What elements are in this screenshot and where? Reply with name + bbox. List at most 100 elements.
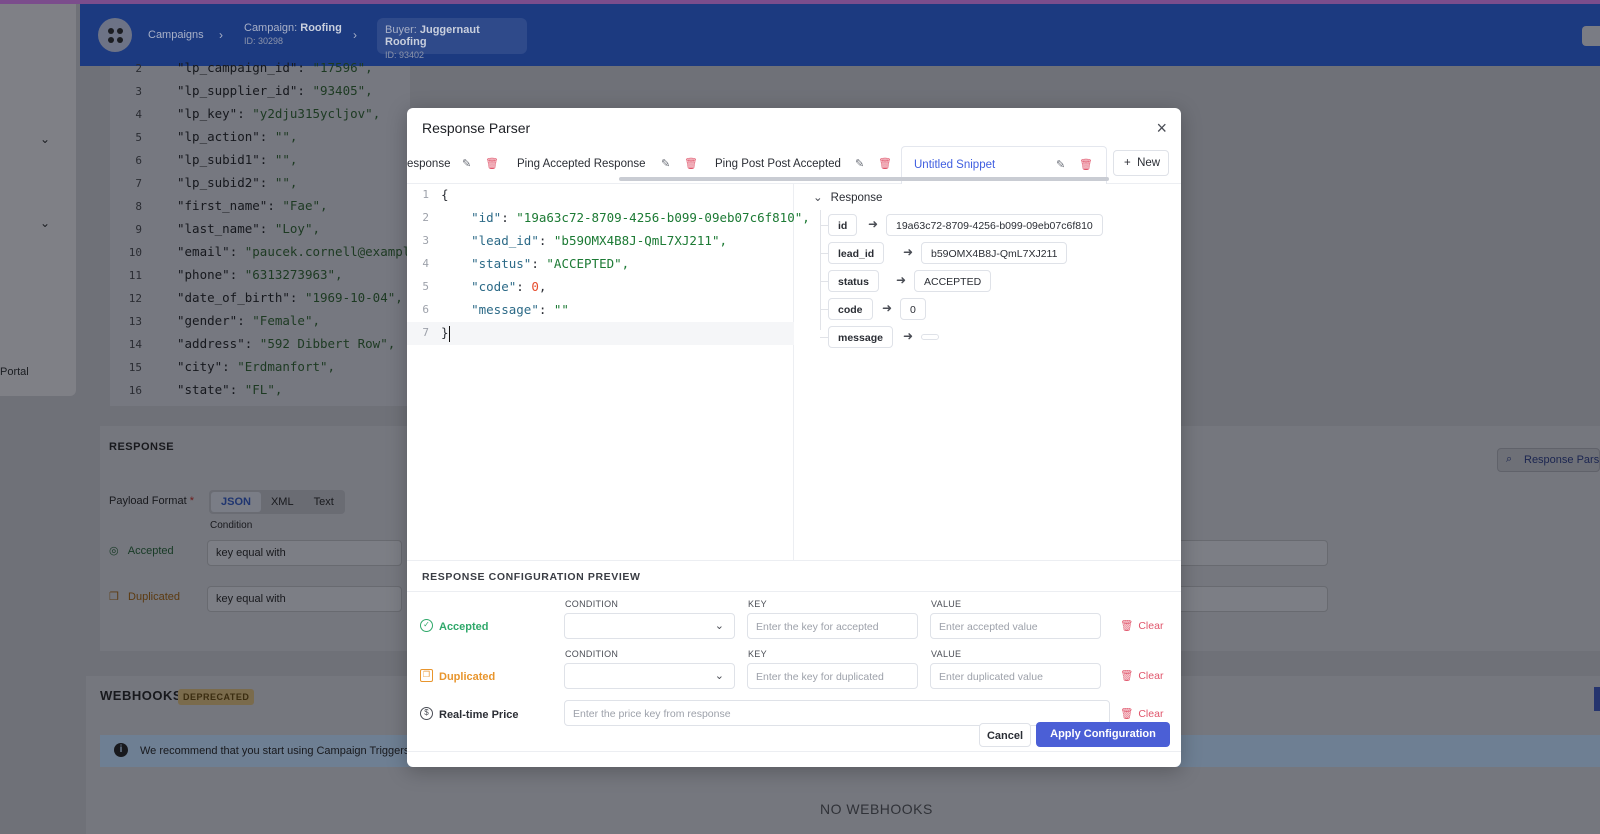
editor-line[interactable]: 6 "message": "" (407, 299, 794, 322)
duplicated-value-input[interactable] (1158, 586, 1328, 612)
response-code-editor[interactable]: 1{2 "id": "19a63c72-8709-4256-b099-09eb0… (407, 184, 810, 560)
trash-icon: 🗑 (1120, 620, 1134, 632)
line-number: 9 (135, 223, 142, 236)
duplicated-value-input[interactable]: Enter duplicated value (930, 663, 1101, 689)
format-json-option[interactable]: JSON (211, 492, 261, 512)
close-icon[interactable]: × (1156, 118, 1167, 139)
accepted-value-input[interactable] (1158, 540, 1328, 566)
tree-key: code (828, 298, 873, 320)
chevron-down-icon[interactable]: ⌄ (813, 190, 823, 204)
clear-duplicated-button[interactable]: 🗑 Clear (1120, 669, 1163, 682)
colon: : (222, 359, 238, 374)
editor-line[interactable]: 7} (407, 322, 794, 345)
sidebar-item-portal[interactable]: Portal (0, 366, 29, 378)
json-string: "19a63c72-8709-4256-b099-09eb07c6f810", (516, 210, 810, 225)
json-key: "id" (471, 210, 502, 225)
tree-root-node[interactable]: ⌄ Response (813, 190, 882, 204)
format-xml-option[interactable]: XML (261, 492, 304, 512)
clear-accepted-button[interactable]: 🗑 Clear (1120, 619, 1163, 632)
line-code: "code": 0, (441, 279, 546, 294)
editor-line[interactable]: 1{ (407, 184, 794, 207)
accepted-key-input[interactable]: Enter the key for accepted (747, 613, 918, 639)
colon: : (229, 244, 245, 259)
line-number: 2 (422, 211, 429, 224)
accepted-value-input[interactable]: Enter accepted value (930, 613, 1101, 639)
colon: : (267, 198, 283, 213)
line-number: 7 (422, 326, 429, 339)
chevron-down-icon[interactable]: ⌄ (40, 132, 50, 146)
breadcrumb-campaign[interactable]: Campaign: Roofing ID: 30298 (244, 22, 342, 46)
line-number: 1 (422, 188, 429, 201)
breadcrumb-buyer[interactable]: Buyer: Juggernaut Roofing ID: 93402 (377, 18, 527, 60)
line-number: 4 (135, 108, 142, 121)
search-settings-icon: ⌕ (1506, 453, 1513, 465)
chevron-down-icon[interactable]: ⌄ (40, 216, 50, 230)
accepted-condition-select[interactable]: ⌄ (564, 613, 735, 639)
breadcrumb-campaigns[interactable]: Campaigns (148, 29, 204, 41)
new-snippet-button[interactable]: + New (1113, 150, 1169, 176)
apply-configuration-button[interactable]: Apply Configuration (1036, 722, 1170, 747)
trash-icon[interactable]: 🗑 (485, 157, 499, 170)
json-key: "email" (177, 244, 230, 259)
clear-price-button[interactable]: 🗑 Clear (1120, 707, 1163, 720)
tree-key: lead_id (828, 242, 885, 264)
trash-icon[interactable]: 🗑 (684, 157, 698, 170)
tree-connector (820, 309, 828, 310)
colon: : (229, 382, 245, 397)
duplicated-key-input[interactable]: Enter the key for duplicated (747, 663, 918, 689)
config-preview-title: RESPONSE CONFIGURATION PREVIEW (422, 571, 641, 583)
pencil-icon[interactable]: ✎ (462, 157, 471, 170)
key-column-label: KEY (748, 649, 767, 659)
code-line: 6 "lp_subid1": "", (110, 152, 297, 175)
json-value: "", (274, 152, 298, 167)
json-key: "lp_supplier_id" (177, 83, 298, 98)
duplicated-condition-select[interactable]: key equal with (207, 586, 402, 612)
arrow-right-icon: ➜ (903, 329, 914, 343)
chevron-right-icon: › (353, 28, 357, 42)
line-number: 6 (135, 154, 142, 167)
colon: : (297, 60, 313, 75)
json-key: "lp_key" (177, 106, 238, 121)
editor-line[interactable]: 5 "code": 0, (407, 276, 794, 299)
duplicated-condition-select[interactable]: ⌄ (564, 663, 735, 689)
colon: : (259, 175, 275, 190)
editor-line[interactable]: 3 "lead_id": "b59OMX4B8J-QmL7XJ211", (407, 230, 794, 253)
json-key: "lp_action" (177, 129, 260, 144)
pencil-icon[interactable]: ✎ (1056, 158, 1065, 171)
apps-grid-icon (107, 27, 123, 43)
trash-icon[interactable]: 🗑 (1079, 158, 1093, 171)
add-webhook-button[interactable] (1594, 687, 1600, 711)
line-code: "status": "ACCEPTED", (441, 256, 629, 271)
colon: : (237, 313, 253, 328)
tab-response-snippet[interactable]: esponse ✎ 🗑 (407, 146, 499, 182)
price-key-input[interactable]: Enter the price key from response (564, 700, 1110, 726)
line-number: 13 (128, 315, 142, 328)
tabs-scrollbar[interactable] (619, 177, 1109, 181)
trash-icon[interactable]: 🗑 (878, 157, 892, 170)
request-code-editor: 2 "lp_campaign_id": "17596", 3 "lp_supplier… (110, 60, 418, 406)
cancel-button[interactable]: Cancel (979, 723, 1031, 747)
tree-connector (820, 281, 828, 282)
apps-grid-button[interactable] (98, 18, 132, 52)
arrow-right-icon: ➜ (903, 245, 914, 259)
response-parser-button[interactable]: ⌕ Response Parser (1497, 448, 1600, 472)
json-value: "", (274, 175, 298, 190)
topbar-right-button[interactable] (1582, 26, 1600, 46)
format-text-option[interactable]: Text (304, 492, 344, 512)
line-number: 7 (135, 177, 142, 190)
editor-line[interactable]: 2 "id": "19a63c72-8709-4256-b099-09eb07c… (407, 207, 809, 230)
dollar-icon: $ (420, 707, 433, 720)
copy-icon: ❐ (420, 669, 433, 682)
arrow-right-icon: ➜ (882, 301, 893, 315)
pencil-icon[interactable]: ✎ (661, 157, 670, 170)
editor-line[interactable]: 4 "status": "ACCEPTED", (407, 253, 794, 276)
line-number: 5 (422, 280, 429, 293)
tree-connector (820, 210, 821, 330)
tree-value: 19a63c72-8709-4256-b099-09eb07c6f810 (886, 214, 1103, 236)
json-key: "code" (471, 279, 517, 294)
response-section-title: RESPONSE (109, 441, 175, 453)
accepted-condition-select[interactable]: key equal with (207, 540, 402, 566)
webhooks-title: WEBHOOKS (100, 688, 182, 703)
line-number: 3 (422, 234, 429, 247)
pencil-icon[interactable]: ✎ (855, 157, 864, 170)
